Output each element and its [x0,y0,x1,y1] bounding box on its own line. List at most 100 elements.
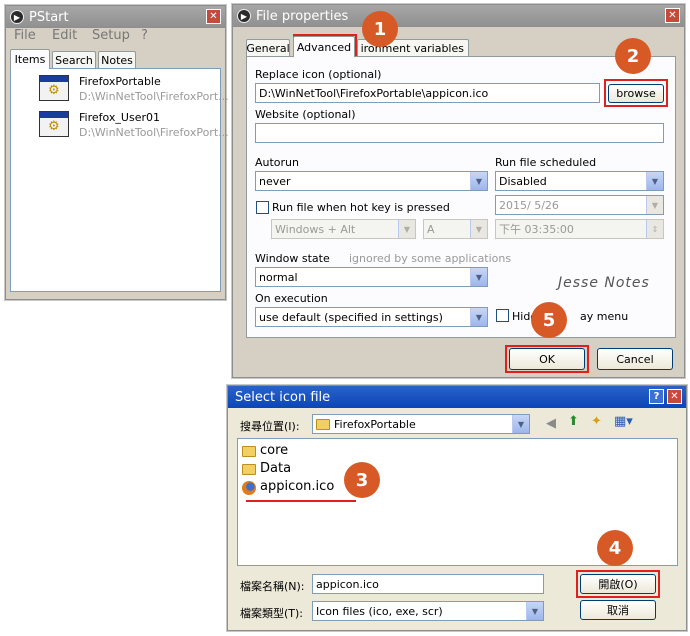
filename-input[interactable]: appicon.ico [312,574,544,594]
schedule-time-value: 下午 03:35:00 [499,223,574,236]
dialog-cancel-button[interactable]: 取消 [580,600,656,620]
help-icon[interactable]: ? [649,389,664,404]
new-folder-icon[interactable]: ✦ [591,414,602,429]
folder-icon [242,446,256,457]
app-icon: ▶ [237,9,251,23]
underline-highlight [246,500,356,502]
window-state-select[interactable]: normal ▼ [255,267,488,287]
schedule-date-picker[interactable]: 2015/ 5/26 ▼ [495,195,664,215]
select-icon-dialog: Select icon file ? ✕ 搜尋位置(I): FirefoxPor… [227,385,687,631]
list-item[interactable]: ⚙ FirefoxPortable D:\WinNetTool\FirefoxP… [15,73,229,107]
chevron-down-icon[interactable]: ▼ [646,172,663,190]
chevron-down-icon[interactable]: ▼ [526,602,543,620]
select-icon-titlebar[interactable]: Select icon file ? ✕ [228,386,686,408]
hotkey-modifier-select[interactable]: Windows + Alt ▼ [271,219,416,239]
tab-notes[interactable]: Notes [98,51,136,69]
run-scheduled-label: Run file scheduled [495,156,597,169]
up-folder-icon[interactable]: ⬆ [568,414,579,429]
close-icon[interactable]: ✕ [665,8,680,23]
on-execution-label: On execution [255,292,328,305]
back-icon[interactable]: ◀ [546,416,556,431]
chevron-down-icon[interactable]: ▼ [512,415,529,433]
highlight-ok [505,345,589,373]
hide-tray-label-b: ay menu [580,310,629,323]
step-badge-5: 5 [531,302,567,338]
highlight-open [576,570,660,598]
window-state-label: Window state [255,252,330,265]
tab-notes-label: Notes [101,54,133,67]
tab-advanced[interactable]: Advanced [293,36,355,57]
list-item[interactable]: core [240,443,360,460]
menu-help[interactable]: ? [141,28,148,43]
chevron-down-icon[interactable]: ▼ [398,220,415,238]
file-name: appicon.ico [260,479,335,494]
item-path: D:\WinNetTool\FirefoxPort... [79,126,229,139]
run-scheduled-select[interactable]: Disabled ▼ [495,171,664,191]
close-icon[interactable]: ✕ [206,9,221,24]
firefox-icon [242,481,256,495]
close-icon[interactable]: ✕ [667,389,682,404]
list-item[interactable]: ⚙ Firefox_User01 D:\WinNetTool\FirefoxPo… [15,109,229,143]
hotkey-checkbox[interactable] [256,201,269,214]
filetype-select[interactable]: Icon files (ico, exe, scr) ▼ [312,601,544,621]
item-name: Firefox_User01 [79,111,160,124]
spinner-icon[interactable]: ⇕ [646,220,663,238]
menu-setup[interactable]: Setup [92,28,130,43]
look-in-value: FirefoxPortable [334,417,416,431]
schedule-time-input[interactable]: 下午 03:35:00 ⇕ [495,219,664,239]
chevron-down-icon[interactable]: ▼ [646,196,663,214]
on-execution-value: use default (specified in settings) [259,310,443,324]
replace-icon-label: Replace icon (optional) [255,68,382,81]
file-name: Data [260,461,292,476]
chevron-down-icon[interactable]: ▼ [470,268,487,286]
autorun-value: never [259,174,291,188]
tab-search[interactable]: Search [52,51,96,69]
menu-edit[interactable]: Edit [52,28,77,43]
file-name: core [260,443,289,458]
application-icon: ⚙ [39,75,69,101]
folder-icon [242,464,256,475]
list-item[interactable]: Data [240,461,360,478]
tab-items-label: Items [14,53,46,66]
replace-icon-value: D:\WinNetTool\FirefoxPortable\appicon.ic… [259,86,489,100]
schedule-date-value: 2015/ 5/26 [499,198,559,212]
website-input[interactable] [255,123,664,143]
tab-items[interactable]: Items [10,49,50,69]
on-execution-select[interactable]: use default (specified in settings) ▼ [255,307,488,327]
tab-general-label: General [246,42,290,55]
autorun-select[interactable]: never ▼ [255,171,488,191]
hotkey-key-select[interactable]: A ▼ [423,219,488,239]
advanced-panel: Replace icon (optional) D:\WinNetTool\Fi… [246,56,676,338]
file-properties-title: File properties [256,8,349,24]
item-name: FirefoxPortable [79,75,161,88]
hide-tray-checkbox[interactable] [496,309,509,322]
look-in-select[interactable]: FirefoxPortable ▼ [312,414,530,434]
chevron-down-icon[interactable]: ▼ [470,308,487,326]
chevron-down-icon[interactable]: ▼ [470,220,487,238]
window-state-value: normal [259,270,298,284]
watermark: Jesse Notes [558,275,650,291]
pstart-titlebar[interactable]: ▶ PStart ✕ [6,6,225,28]
item-path: D:\WinNetTool\FirefoxPort... [79,90,229,103]
chevron-down-icon[interactable]: ▼ [470,172,487,190]
step-badge-3: 3 [344,462,380,498]
window-state-hint: ignored by some applications [349,252,512,265]
menu-file[interactable]: File [14,28,36,43]
replace-icon-input[interactable]: D:\WinNetTool\FirefoxPortable\appicon.ic… [255,83,600,103]
tab-advanced-label: Advanced [296,40,352,54]
tab-general[interactable]: General [246,39,290,57]
cancel-button[interactable]: Cancel [597,348,673,370]
file-properties-titlebar[interactable]: ▶ File properties ✕ [233,5,684,27]
filename-label: 檔案名稱(N): [240,580,305,593]
application-icon: ⚙ [39,111,69,137]
hotkey-label: Run file when hot key is pressed [272,201,450,214]
autorun-label: Autorun [255,156,300,169]
hotkey-key-value: A [427,222,435,236]
view-menu-icon[interactable]: ▦▾ [614,414,633,429]
pstart-title: PStart [29,9,69,25]
website-label: Website (optional) [255,108,356,121]
list-item[interactable]: appicon.ico [240,479,360,496]
items-list[interactable]: ⚙ FirefoxPortable D:\WinNetTool\FirefoxP… [10,68,229,292]
highlight-browse [604,79,668,107]
filename-value: appicon.ico [316,577,379,591]
